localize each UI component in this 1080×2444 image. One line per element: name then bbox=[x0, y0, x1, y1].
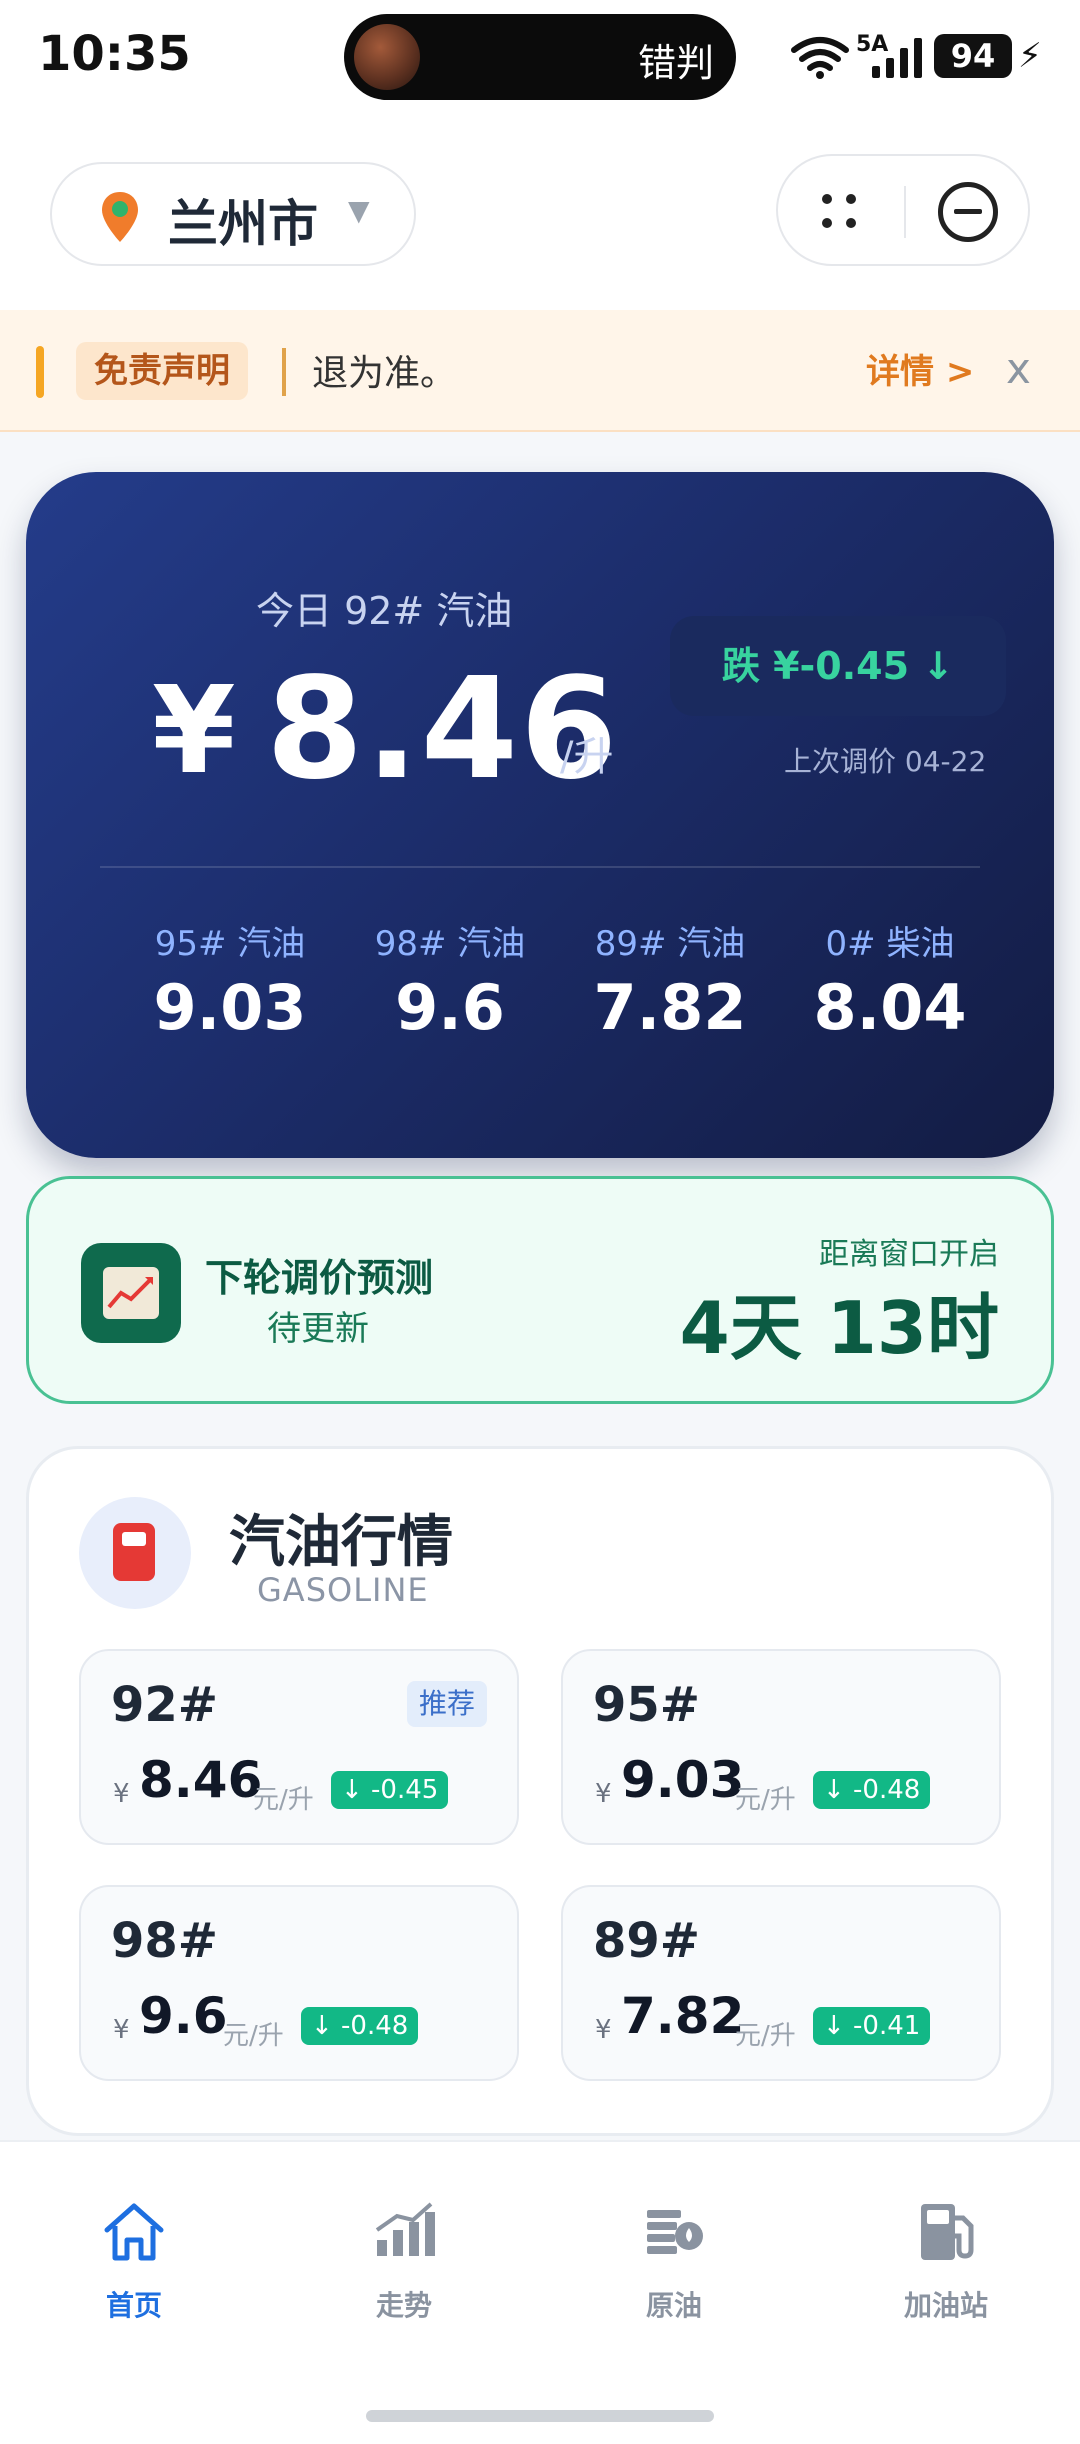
island-text: 错判 bbox=[637, 41, 714, 85]
today-price-card: 今日 92# 汽油 ¥ 8.46 /升 跌 ¥-0.45 ↓ 上次调价 04-2… bbox=[26, 472, 1054, 1158]
fuel-unit: 元/升 bbox=[735, 1785, 796, 1815]
wifi-icon bbox=[791, 37, 849, 79]
island-avatar bbox=[354, 24, 420, 90]
city-name: 兰州市 bbox=[168, 195, 318, 253]
status-bar: 10:35 错判 5A 94 ⚡ bbox=[0, 0, 1080, 120]
tab-home[interactable]: 首页 bbox=[54, 2196, 214, 2324]
fuel-unit: 元/升 bbox=[735, 2021, 796, 2051]
price-delta-badge: ↓ -0.48 bbox=[301, 2007, 419, 2045]
oil-barrel-icon bbox=[647, 2210, 703, 2254]
sub-price-98: 98# 汽油 9.6 bbox=[340, 916, 560, 1044]
price-delta-badge: ↓ -0.45 bbox=[331, 1771, 449, 1809]
mini-program-capsule bbox=[776, 154, 1030, 266]
forecast-title: 下轮调价预测 bbox=[205, 1256, 434, 1300]
sub-price-95: 95# 汽油 9.03 bbox=[120, 916, 340, 1044]
fuel-card-98[interactable]: 98# ¥ 9.6 元/升 ↓ -0.48 bbox=[79, 1885, 519, 2081]
fuel-unit: 元/升 bbox=[223, 2021, 284, 2051]
sub-price-label: 0# 柴油 bbox=[825, 924, 955, 964]
home-indicator[interactable] bbox=[366, 2410, 714, 2422]
tab-label: 加油站 bbox=[903, 2289, 988, 2322]
price-delta-badge: ↓ -0.41 bbox=[813, 2007, 931, 2045]
close-circle-icon[interactable] bbox=[938, 182, 998, 242]
today-price-label: 今日 92# 汽油 bbox=[256, 589, 513, 633]
notice-divider bbox=[282, 348, 286, 396]
fuel-card-92[interactable]: 92# 推荐 ¥ 8.46 元/升 ↓ -0.45 bbox=[79, 1649, 519, 1845]
bottom-tab-bar: 首页 走势 原油 加油站 bbox=[0, 2140, 1080, 2444]
signal-icon bbox=[872, 38, 922, 78]
sub-price-value: 9.03 bbox=[153, 971, 307, 1044]
sub-price-label: 89# 汽油 bbox=[594, 924, 746, 964]
next-adjust-forecast[interactable]: 下轮调价预测 待更新 距离窗口开启 4天 13时 bbox=[26, 1176, 1054, 1404]
fuel-unit: 元/升 bbox=[253, 1785, 314, 1815]
fuel-price: 9.6 bbox=[139, 1987, 228, 2045]
fuel-price: 9.03 bbox=[621, 1751, 745, 1809]
gasoline-market-panel: 汽油行情 GASOLINE 92# 推荐 ¥ 8.46 元/升 ↓ -0.45 … bbox=[26, 1446, 1054, 2136]
location-pin-icon bbox=[102, 192, 138, 242]
notice-details-link[interactable]: 详情 > bbox=[866, 344, 974, 393]
disclaimer-banner: 免责声明 退为准。 详情 > x bbox=[0, 310, 1080, 432]
price-change-badge: 跌 ¥-0.45 ↓ bbox=[670, 616, 1006, 716]
sub-price-value: 7.82 bbox=[593, 971, 747, 1044]
currency-symbol: ¥ bbox=[113, 2015, 130, 2045]
city-selector[interactable]: 兰州市 ▼ bbox=[50, 162, 416, 266]
notice-accent-bar bbox=[36, 346, 44, 398]
trend-chart-icon bbox=[81, 1243, 181, 1343]
sub-price-value: 8.04 bbox=[813, 971, 967, 1044]
tab-crude-oil[interactable]: 原油 bbox=[594, 2196, 754, 2324]
tab-trend[interactable]: 走势 bbox=[324, 2196, 484, 2324]
fuel-price: 7.82 bbox=[621, 1987, 745, 2045]
capsule-divider bbox=[904, 186, 906, 238]
window-countdown-label: 距离窗口开启 bbox=[819, 1237, 999, 1272]
fuel-price: 8.46 bbox=[139, 1751, 263, 1809]
tab-label: 原油 bbox=[645, 2289, 702, 2322]
fuel-pump-icon bbox=[79, 1497, 191, 1609]
panel-title: 汽油行情 bbox=[229, 1510, 453, 1575]
trend-chart-icon bbox=[375, 2202, 435, 2256]
notice-close-button[interactable]: x bbox=[1006, 344, 1031, 393]
chevron-down-icon: ▼ bbox=[348, 194, 370, 227]
fuel-grade: 89# bbox=[593, 1913, 701, 1969]
sub-price-label: 98# 汽油 bbox=[374, 924, 526, 964]
sub-price-value: 9.6 bbox=[395, 971, 505, 1044]
last-adjust-date: 上次调价 04-22 bbox=[784, 745, 987, 778]
fuel-grade: 95# bbox=[593, 1677, 701, 1733]
forecast-status: 待更新 bbox=[267, 1309, 369, 1349]
window-countdown-value: 4天 13时 bbox=[679, 1286, 999, 1370]
notice-marquee-text: 退为准。 bbox=[312, 353, 457, 394]
card-divider bbox=[100, 866, 980, 868]
battery-indicator: 94 bbox=[934, 34, 1012, 78]
tab-label: 走势 bbox=[375, 2289, 432, 2322]
currency-symbol: ¥ bbox=[152, 662, 236, 801]
fuel-grade: 92# bbox=[111, 1677, 219, 1733]
recommend-badge: 推荐 bbox=[406, 1681, 487, 1727]
price-unit: /升 bbox=[560, 734, 614, 780]
more-dots-icon[interactable] bbox=[818, 190, 864, 236]
header: 兰州市 ▼ bbox=[0, 120, 1080, 310]
currency-symbol: ¥ bbox=[595, 1779, 612, 1809]
sub-price-diesel: 0# 柴油 8.04 bbox=[780, 916, 1000, 1044]
status-time: 10:35 bbox=[38, 26, 191, 82]
sub-price-label: 95# 汽油 bbox=[154, 924, 306, 964]
sub-price-89: 89# 汽油 7.82 bbox=[560, 916, 780, 1044]
currency-symbol: ¥ bbox=[113, 1779, 130, 1809]
tab-gas-station[interactable]: 加油站 bbox=[866, 2196, 1026, 2324]
disclaimer-tag: 免责声明 bbox=[76, 342, 248, 400]
price-delta-badge: ↓ -0.48 bbox=[813, 1771, 931, 1809]
fuel-grade: 98# bbox=[111, 1913, 219, 1969]
fuel-card-95[interactable]: 95# ¥ 9.03 元/升 ↓ -0.48 bbox=[561, 1649, 1001, 1845]
panel-subtitle: GASOLINE bbox=[257, 1571, 429, 1609]
dynamic-island[interactable]: 错判 bbox=[344, 14, 736, 100]
tab-label: 首页 bbox=[105, 2289, 162, 2322]
home-icon bbox=[104, 2203, 164, 2261]
charging-bolt-icon: ⚡ bbox=[1018, 36, 1042, 76]
fuel-card-89[interactable]: 89# ¥ 7.82 元/升 ↓ -0.41 bbox=[561, 1885, 1001, 2081]
gas-station-icon bbox=[921, 2204, 974, 2260]
currency-symbol: ¥ bbox=[595, 2015, 612, 2045]
